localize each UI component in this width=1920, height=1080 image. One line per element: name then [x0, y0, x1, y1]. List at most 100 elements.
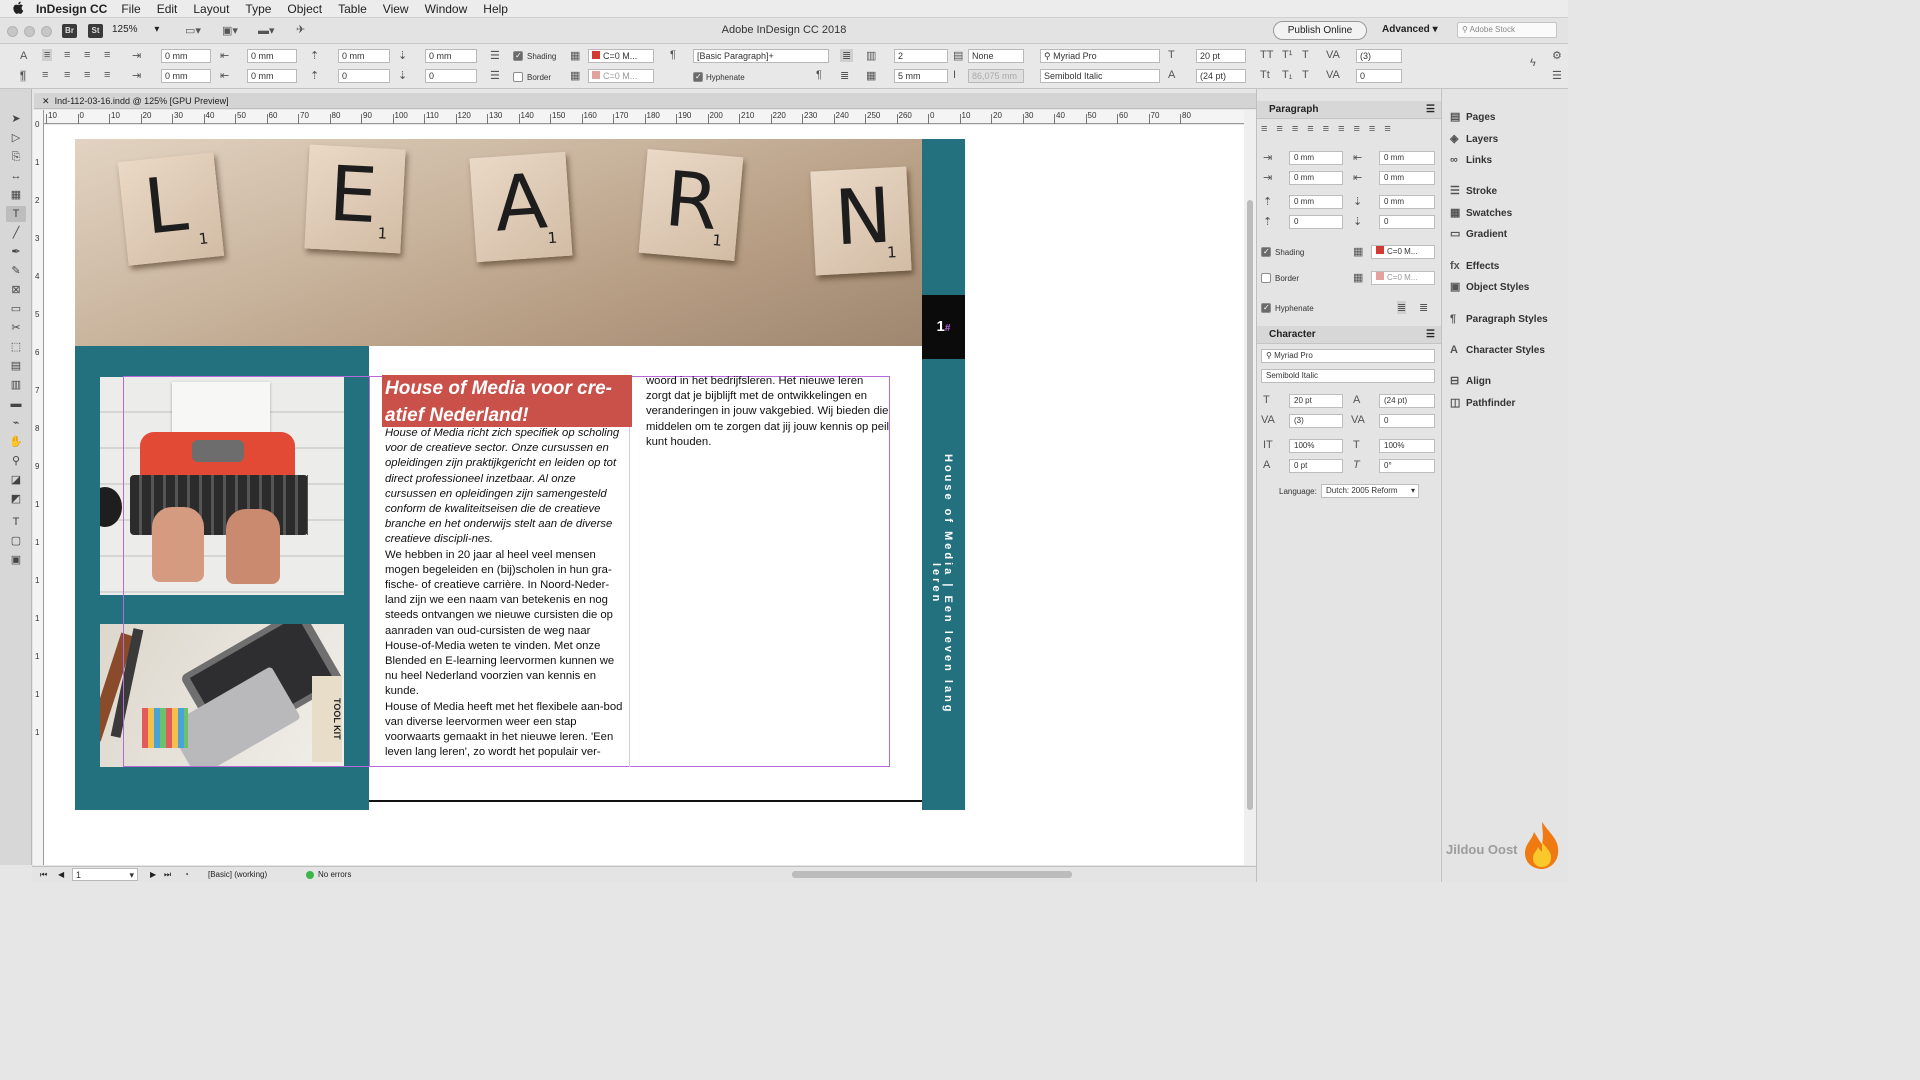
border-settings-icon[interactable]: ▦ — [1353, 271, 1363, 284]
menu-help[interactable]: Help — [483, 2, 508, 16]
dock-layers[interactable]: ◈ Layers — [1450, 130, 1498, 148]
char-formatting-icon[interactable]: A — [20, 50, 27, 62]
panel-left-indent-field[interactable]: 0 mm — [1289, 151, 1343, 165]
border-checkbox[interactable] — [513, 72, 523, 82]
no-baseline-icon[interactable]: ≣ — [840, 69, 849, 82]
dock-pages[interactable]: ▤ Pages — [1450, 108, 1495, 126]
menu-type[interactable]: Type — [245, 2, 271, 16]
hyphenate-checkbox[interactable] — [693, 72, 703, 82]
pencil-tool-icon[interactable]: ✎ — [6, 263, 26, 279]
vertical-ruler[interactable]: 0 1 2 3 4 5 6 7 8 9 1 1 1 1 1 1 1 — [33, 110, 44, 865]
gap-tool-icon[interactable]: ↔ — [6, 168, 26, 184]
headline-text[interactable]: House of Media voor cre-atief Nederland! — [385, 375, 631, 429]
menu-window[interactable]: Window — [425, 2, 468, 16]
justify-right-icon[interactable]: ≡ — [84, 69, 90, 81]
fill-stroke-icon[interactable]: ◩ — [6, 491, 26, 507]
kerning-field[interactable]: (3) — [1356, 49, 1402, 63]
panel-border-color[interactable]: C=0 M... — [1371, 271, 1435, 285]
drop-cap-chars-field[interactable]: 0 — [425, 69, 477, 83]
gutter-field[interactable]: 5 mm — [894, 69, 948, 83]
justify-left-icon[interactable]: ≡ — [42, 69, 48, 81]
app-menu[interactable]: InDesign CC — [36, 2, 107, 16]
superscript-icon[interactable]: T¹ — [1282, 49, 1292, 61]
font-size-field[interactable]: 20 pt — [1196, 49, 1246, 63]
rectangle-tool-icon[interactable]: ▭ — [6, 301, 26, 317]
page-number-select[interactable]: 1 ▾ — [72, 868, 138, 881]
align-to-grid-icon[interactable]: ≣ — [1397, 301, 1407, 314]
align-left-icon[interactable]: ≡ — [42, 49, 53, 61]
dock-pathfinder[interactable]: ◫ Pathfinder — [1450, 394, 1515, 412]
panel-border-checkbox[interactable] — [1261, 273, 1271, 283]
panel-skew-field[interactable]: 0° — [1379, 459, 1435, 473]
menu-view[interactable]: View — [383, 2, 409, 16]
note-tool-icon[interactable]: ▬ — [6, 396, 26, 412]
gradient-swatch-tool-icon[interactable]: ▤ — [6, 358, 26, 374]
panel-space-before-field[interactable]: 0 mm — [1289, 195, 1343, 209]
paragraph-style-select[interactable]: [Basic Paragraph]+ — [693, 49, 829, 63]
first-page-icon[interactable]: ⏮ — [40, 867, 47, 882]
prev-page-icon[interactable]: ◀ — [58, 867, 64, 882]
body-paragraph-3[interactable]: House of Media heeft met het flexibele a… — [385, 700, 629, 761]
panel-space-after-field[interactable]: 0 mm — [1379, 195, 1435, 209]
panel-baseline-shift-field[interactable]: 0 pt — [1289, 459, 1343, 473]
panel-first-line-field[interactable]: 0 mm — [1289, 171, 1343, 185]
open-folder-icon[interactable]: ◔ — [184, 867, 189, 882]
eyedropper-tool-icon[interactable]: ⌁ — [6, 415, 26, 431]
font-family-select[interactable]: ⚲ Myriad Pro — [1040, 49, 1160, 63]
align-center-icon[interactable]: ≡ — [64, 49, 70, 61]
all-caps-icon[interactable]: TT — [1260, 49, 1273, 61]
selection-tool-icon[interactable]: ➤ — [6, 111, 26, 127]
content-collector-icon[interactable]: ▦ — [6, 187, 26, 203]
menu-layout[interactable]: Layout — [193, 2, 229, 16]
panel-tracking-field[interactable]: 0 — [1379, 414, 1435, 428]
menu-file[interactable]: File — [121, 2, 140, 16]
body-column-1[interactable]: House of Media richt zich specifiek op s… — [385, 426, 629, 760]
dock-swatches[interactable]: ▦ Swatches — [1450, 204, 1512, 222]
panel-horizontal-scale-field[interactable]: 100% — [1379, 439, 1435, 453]
panel-menu-icon[interactable]: ☰ — [1426, 326, 1435, 344]
alignment-buttons[interactable]: ≡≡≡≡≡≡≡≡≡ — [1261, 123, 1437, 139]
shading-settings-icon[interactable]: ▦ — [1353, 245, 1363, 258]
last-page-icon[interactable]: ⏭ — [164, 867, 171, 882]
rectangle-frame-tool-icon[interactable]: ⊠ — [6, 282, 26, 298]
menu-edit[interactable]: Edit — [157, 2, 178, 16]
panel-shading-color[interactable]: C=0 M... — [1371, 245, 1435, 259]
close-icon[interactable]: ✕ — [42, 96, 50, 106]
leading-field[interactable]: (24 pt) — [1196, 69, 1246, 83]
para-formatting-icon[interactable]: ¶ — [20, 70, 26, 82]
panel-font-size-field[interactable]: 20 pt — [1289, 394, 1343, 408]
panel-hyphenate-checkbox[interactable] — [1261, 303, 1271, 313]
workspace-switcher[interactable]: Advanced ▾ — [1382, 24, 1438, 35]
no-grid-icon[interactable]: ≣ — [1419, 301, 1428, 314]
document-canvas[interactable]: L1E1A1R1N1 1# House of Media | Een leven… — [44, 125, 1244, 865]
quick-apply-icon[interactable]: ϟ — [1530, 57, 1536, 69]
space-before-field[interactable]: 0 mm — [338, 49, 390, 63]
panel-font-style-select[interactable]: Semibold Italic — [1261, 369, 1435, 383]
space-after-field[interactable]: 0 mm — [425, 49, 477, 63]
dock-paragraph-styles[interactable]: ¶ Paragraph Styles — [1450, 310, 1548, 328]
screen-mode-tool-icon[interactable]: ▣ — [6, 552, 26, 568]
dock-gradient[interactable]: ▭ Gradient — [1450, 225, 1507, 243]
free-transform-tool-icon[interactable]: ⬚ — [6, 339, 26, 355]
first-line-indent-field[interactable]: 0 mm — [161, 69, 211, 83]
border-settings-icon[interactable]: ▦ — [570, 69, 580, 82]
drop-cap-lines-field[interactable]: 0 — [338, 69, 390, 83]
version-status[interactable]: [Basic] (working) — [208, 867, 267, 882]
panel-leading-field[interactable]: (24 pt) — [1379, 394, 1435, 408]
columns-field[interactable]: 2 — [894, 49, 948, 63]
page-tool-icon[interactable]: ⎘ — [6, 149, 26, 165]
left-indent-field[interactable]: 0 mm — [161, 49, 211, 63]
control-settings-icon[interactable]: ⚙ — [1552, 49, 1562, 62]
body-paragraph-4[interactable]: woord in het bedrijfsleren. Het nieuwe l… — [646, 374, 890, 450]
publish-online-button[interactable]: Publish Online — [1273, 21, 1367, 40]
align-right-icon[interactable]: ≡ — [84, 49, 90, 61]
scissors-tool-icon[interactable]: ✂ — [6, 320, 26, 336]
last-line-indent-field[interactable]: 0 mm — [247, 69, 297, 83]
document-tab[interactable]: ✕ Ind-112-03-16.indd @ 125% [GPU Preview… — [34, 93, 1256, 109]
dock-object-styles[interactable]: ▣ Object Styles — [1450, 278, 1529, 296]
border-color-select[interactable]: C=0 M... — [588, 69, 654, 83]
justify-center-icon[interactable]: ≡ — [64, 69, 70, 81]
span-columns-select[interactable]: None — [968, 49, 1024, 63]
character-panel-header[interactable]: Character ☰ — [1257, 326, 1441, 344]
body-column-2[interactable]: woord in het bedrijfsleren. Het nieuwe l… — [646, 374, 890, 450]
